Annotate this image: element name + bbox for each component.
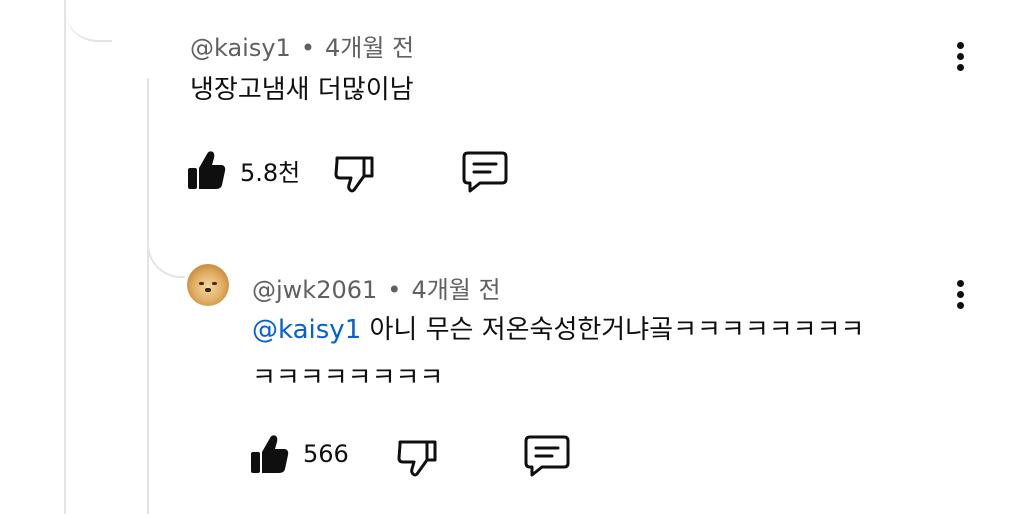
comment-meta: @jwk2061 • 4개월 전	[252, 270, 501, 305]
avatar[interactable]	[187, 264, 229, 306]
reply-button[interactable]	[462, 150, 508, 194]
thumbs-up-icon	[251, 435, 289, 473]
reply-comment-icon	[524, 435, 570, 477]
thread-curve-reply	[147, 210, 185, 278]
thread-line-inner	[147, 78, 149, 514]
like-button[interactable]: 5.8천	[188, 150, 300, 190]
dislike-button[interactable]	[334, 152, 376, 194]
comment-author[interactable]: @jwk2061	[252, 276, 377, 304]
comment-time: 4개월 전	[411, 276, 501, 304]
more-vertical-icon	[957, 280, 964, 287]
comment-author[interactable]: @kaisy1	[190, 34, 291, 62]
comment-text: 냉장고냄새 더많이남	[190, 75, 414, 105]
reply-comment-icon	[462, 151, 508, 193]
comment-menu-button[interactable]	[957, 42, 967, 75]
thread-line-outer	[64, 0, 66, 514]
comment-menu-button[interactable]	[957, 280, 967, 313]
thumbs-down-icon	[397, 440, 437, 477]
mention-link[interactable]: @kaisy1	[252, 315, 361, 345]
thread-curve-top	[64, 0, 112, 42]
meta-separator: •	[300, 34, 315, 62]
dislike-button[interactable]	[397, 436, 439, 478]
like-count: 5.8천	[240, 158, 301, 187]
comment-meta: @kaisy1 • 4개월 전	[190, 28, 414, 63]
comment-time: 4개월 전	[324, 34, 415, 62]
like-button[interactable]: 566	[251, 434, 349, 474]
thumbs-down-icon	[334, 156, 374, 193]
thumbs-up-icon	[188, 151, 226, 189]
like-count: 566	[303, 440, 349, 468]
reply-button[interactable]	[524, 434, 570, 478]
more-vertical-icon	[957, 42, 964, 49]
meta-separator: •	[387, 276, 402, 304]
comment-text-line1: 아니 무슨 저온숙성한거냐곸ㅋㅋㅋㅋㅋㅋㅋㅋ	[361, 315, 865, 345]
comment-text: @kaisy1 아니 무슨 저온숙성한거냐곸ㅋㅋㅋㅋㅋㅋㅋㅋ ㅋㅋㅋㅋㅋㅋㅋㅋ	[252, 306, 952, 402]
comment-text-line2: ㅋㅋㅋㅋㅋㅋㅋㅋ	[252, 363, 444, 393]
